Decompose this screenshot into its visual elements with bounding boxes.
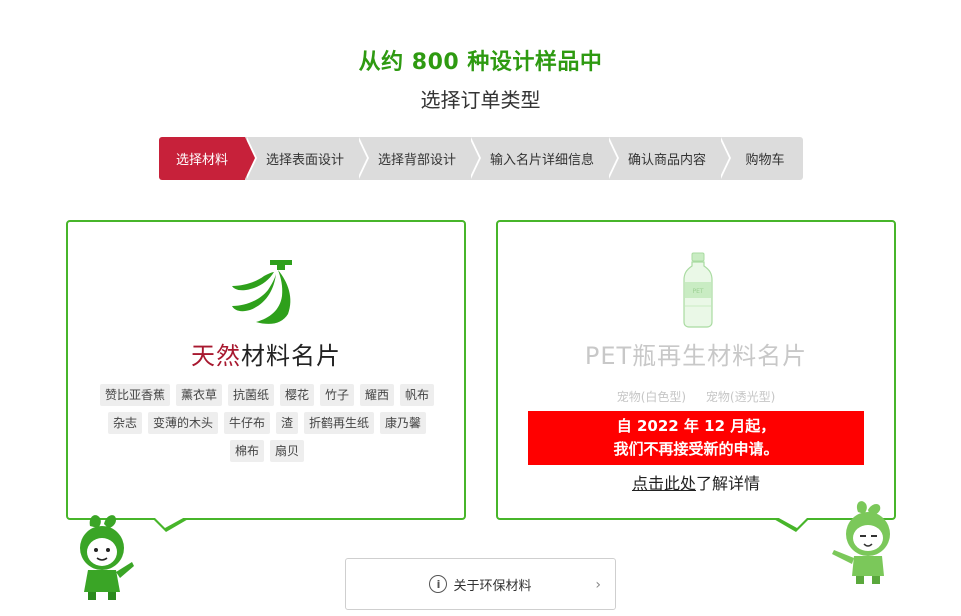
material-tag[interactable]: 渣: [276, 412, 299, 434]
title-accent: 天然: [191, 342, 241, 370]
material-tag[interactable]: 竹子: [320, 384, 355, 406]
banana-icon: [232, 260, 292, 324]
material-tag[interactable]: 扇贝: [270, 440, 305, 462]
detail-link[interactable]: 点击此处: [632, 474, 696, 493]
step-label: 选择材料: [175, 153, 228, 168]
step-back-design[interactable]: 选择背部设计: [357, 137, 481, 180]
material-tag[interactable]: 抗菌纸: [227, 384, 274, 406]
info-icon: i: [429, 575, 448, 593]
natural-material-card[interactable]: 天然材料名片 赞比亚香蕉 薰衣草 抗菌纸 樱花 竹子 耀西 帆布 杂志 变薄的木…: [66, 220, 466, 532]
detail-text: 点击此处了解详情: [498, 470, 894, 494]
variant-label: 宠物(白色型): [616, 390, 687, 404]
detail-rest: 了解详情: [696, 474, 761, 493]
step-select-material[interactable]: 选择材料: [159, 137, 257, 180]
step-label: 确认商品内容: [627, 153, 706, 168]
hero: 从约 800 种设计样品中 选择订单类型: [0, 44, 961, 113]
step-card-details[interactable]: 输入名片详细信息: [469, 137, 619, 180]
material-tag[interactable]: 棉布: [229, 440, 264, 462]
chevron-right-icon: ›: [595, 577, 601, 593]
mascot-right-illustration: [832, 501, 890, 584]
pet-variants: 宠物(白色型) 宠物(透光型): [498, 388, 894, 405]
material-tag[interactable]: 樱花: [279, 384, 314, 406]
pet-bottle-icon: PET: [683, 252, 713, 328]
pet-material-card: PET PET瓶再生材料名片 宠物(白色型) 宠物(透光型) 自 2022 年 …: [496, 220, 896, 532]
title-rest: 材料名片: [241, 342, 341, 370]
pet-card-title: PET瓶再生材料名片: [584, 342, 808, 370]
material-tag[interactable]: 耀西: [360, 384, 395, 406]
svg-text:PET: PET: [692, 288, 703, 295]
material-tag[interactable]: 变薄的木头: [147, 412, 218, 434]
hero-subtitle: 选择订单类型: [420, 88, 541, 112]
material-tag[interactable]: 康乃馨: [380, 412, 427, 434]
step-confirm[interactable]: 确认商品内容: [607, 137, 731, 180]
notice-line: 自 2022 年 12 月起，: [616, 417, 776, 435]
step-cart[interactable]: 购物车: [719, 137, 803, 180]
material-tag[interactable]: 薰衣草: [175, 384, 222, 406]
step-front-design[interactable]: 选择表面设计: [245, 137, 369, 180]
hero-title: 从约 800 种设计样品中: [358, 50, 603, 75]
order-steps: 选择材料 选择表面设计 选择背部设计 输入名片详细信息 确认商品内容 购物车: [159, 137, 803, 180]
step-label: 选择表面设计: [265, 153, 344, 168]
material-tag[interactable]: 帆布: [400, 384, 435, 406]
material-tag[interactable]: 折鹤再生纸: [304, 412, 375, 434]
about-eco-materials-button[interactable]: i 关于环保材料 ›: [345, 558, 616, 610]
material-tag[interactable]: 杂志: [107, 412, 142, 434]
step-label: 输入名片详细信息: [489, 153, 594, 168]
step-label: 选择背部设计: [377, 153, 456, 168]
discontinued-notice: 自 2022 年 12 月起， 我们不再接受新的申请。: [528, 411, 864, 465]
material-tag[interactable]: 赞比亚香蕉: [99, 384, 170, 406]
mascot-left-illustration: [80, 515, 134, 600]
material-tag[interactable]: 牛仔布: [223, 412, 270, 434]
natural-card-title: 天然材料名片: [68, 336, 464, 371]
eco-button-label: 关于环保材料: [453, 578, 532, 594]
step-label: 购物车: [745, 153, 785, 168]
notice-line: 我们不再接受新的申请。: [613, 440, 779, 458]
variant-label: 宠物(透光型): [705, 390, 776, 404]
material-tags: 赞比亚香蕉 薰衣草 抗菌纸 樱花 竹子 耀西 帆布 杂志 变薄的木头 牛仔布 渣…: [92, 384, 442, 468]
